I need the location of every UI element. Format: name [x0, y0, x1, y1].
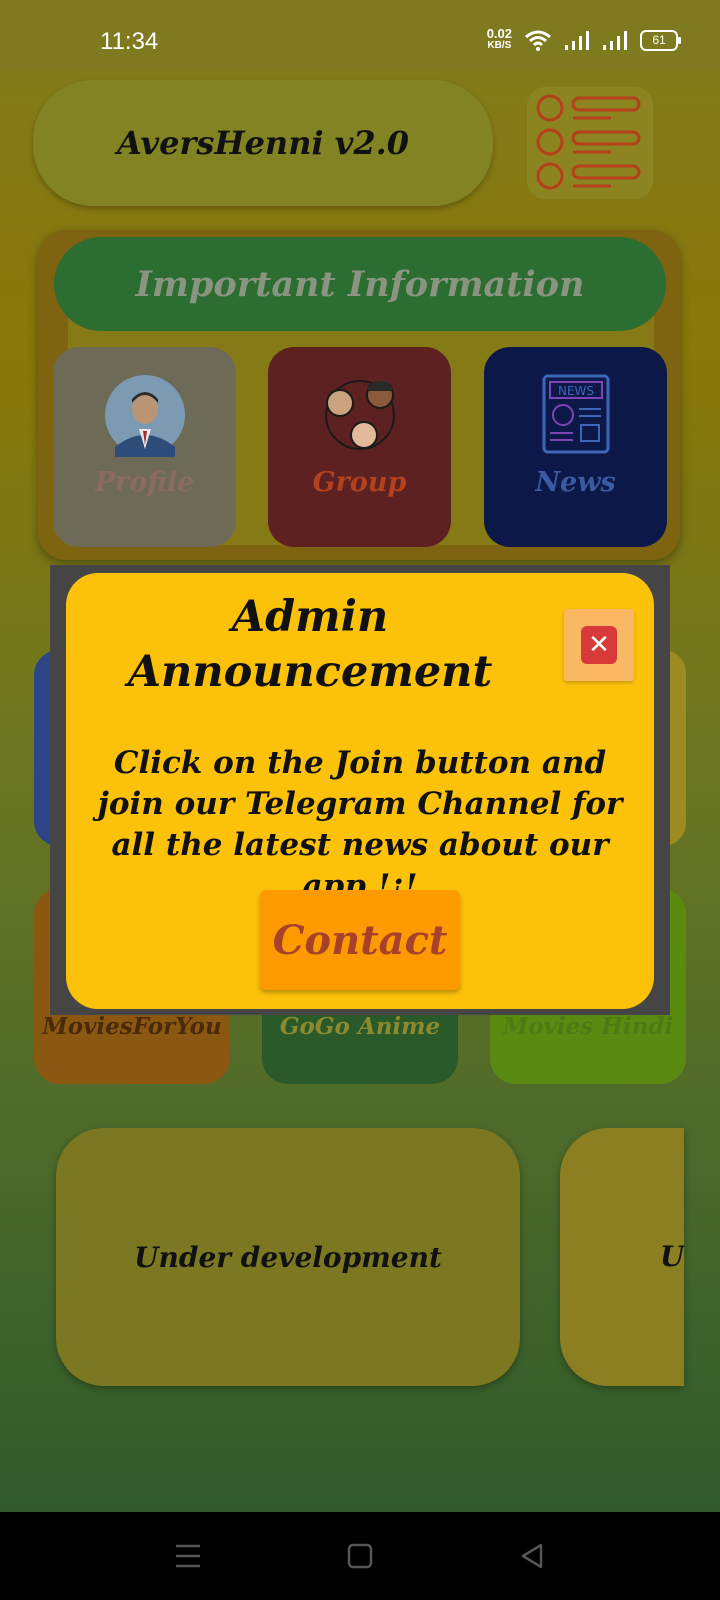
- status-time: 11:34: [100, 28, 159, 55]
- group-tile[interactable]: Group: [268, 347, 451, 547]
- profile-label: Profile: [94, 467, 195, 498]
- profile-tile[interactable]: Profile: [53, 347, 236, 547]
- menu-icon: [176, 1544, 200, 1568]
- battery-icon: 61: [640, 29, 681, 51]
- network-speed: 0.02 KB/S: [486, 26, 512, 52]
- under-development-card-2[interactable]: Under development: [560, 1128, 684, 1386]
- contact-button[interactable]: Contact: [260, 890, 460, 990]
- back-button[interactable]: [512, 1536, 552, 1576]
- important-information-banner[interactable]: Important Information: [54, 237, 666, 331]
- status-bar: 11:34 0.02 KB/S 61: [0, 0, 720, 70]
- network-speed-unit: KB/S: [487, 40, 512, 51]
- dialog-title-line1: Admin: [231, 592, 389, 642]
- signal-icon: [565, 31, 589, 50]
- movies-for-you-label: MoviesForYou: [42, 1013, 222, 1040]
- close-icon: ✕: [581, 626, 617, 664]
- signal-icon: [603, 31, 627, 50]
- list-icon: [536, 94, 641, 190]
- contact-button-label: Contact: [272, 916, 448, 964]
- under-development-card[interactable]: Under development: [56, 1128, 520, 1386]
- status-icons: 0.02 KB/S 61: [486, 26, 681, 52]
- home-icon: [347, 1543, 373, 1569]
- recent-apps-button[interactable]: [168, 1536, 208, 1576]
- news-tile[interactable]: NEWS News: [484, 347, 667, 547]
- under-development-label-2: Under development: [660, 1240, 684, 1273]
- network-speed-value: 0.02: [486, 26, 512, 41]
- newspaper-icon: NEWS: [542, 374, 609, 454]
- news-label: News: [535, 467, 616, 498]
- important-information-title: Important Information: [135, 263, 585, 305]
- app-title: AversHenni v2.0: [116, 124, 410, 162]
- system-nav-bar: [0, 1512, 720, 1600]
- gogo-anime-label: GoGo Anime: [279, 1013, 441, 1040]
- group-people-icon: [324, 380, 395, 450]
- app-title-pill: AversHenni v2.0: [33, 80, 493, 206]
- back-icon: [521, 1543, 543, 1569]
- home-button[interactable]: [340, 1536, 380, 1576]
- battery-level: 61: [652, 33, 666, 47]
- under-development-label: Under development: [134, 1240, 442, 1274]
- dialog-title-line2: Announcement: [127, 647, 493, 697]
- group-label: Group: [312, 467, 407, 498]
- dialog-title: Admin Announcement: [120, 590, 500, 700]
- profile-avatar-icon: [104, 375, 185, 457]
- list-menu-button[interactable]: [527, 87, 653, 199]
- movies-hindi-label: Movies Hindi: [502, 1013, 674, 1040]
- wifi-icon: [525, 30, 551, 51]
- close-button[interactable]: ✕: [564, 609, 634, 681]
- dialog-message: Click on the Join button and join our Te…: [97, 745, 623, 904]
- svg-text:NEWS: NEWS: [557, 384, 593, 398]
